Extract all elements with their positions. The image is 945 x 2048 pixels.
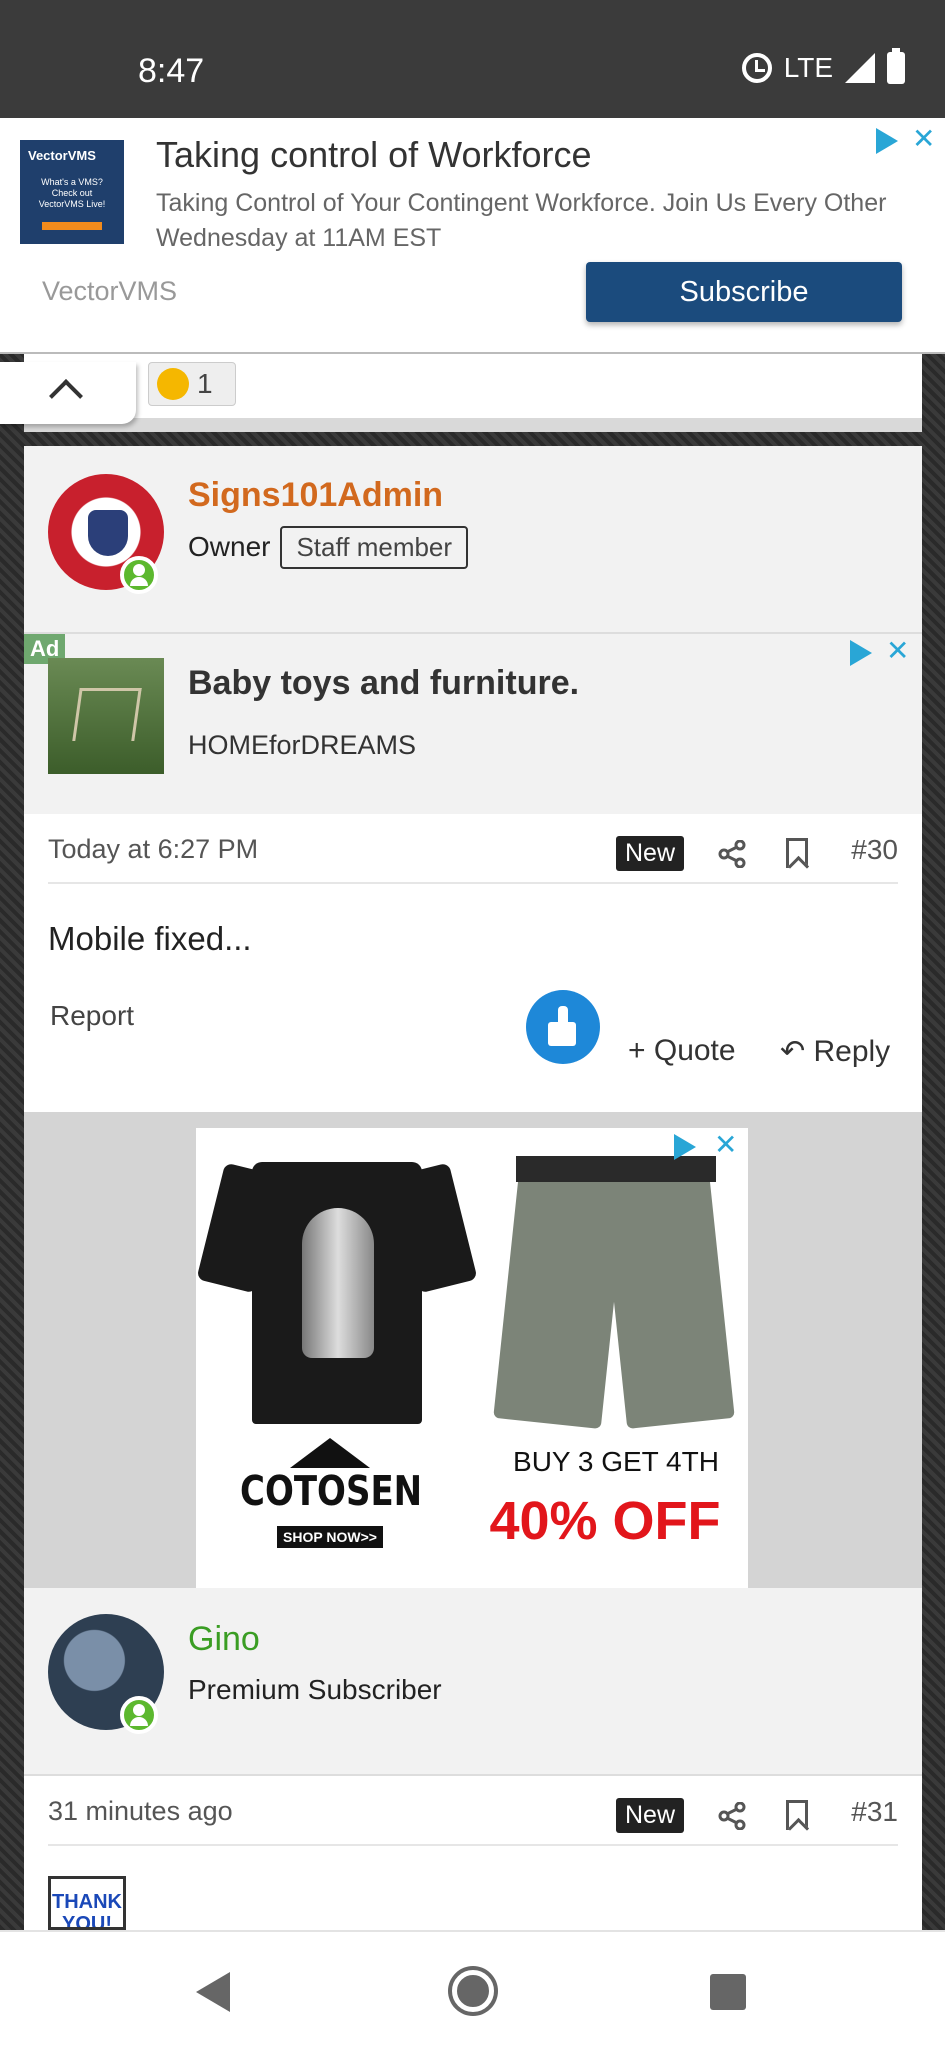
adchoices-icon[interactable] <box>850 640 872 666</box>
ad-title[interactable]: Baby toys and furniture. <box>188 664 579 703</box>
adchoices-icon[interactable] <box>876 128 898 154</box>
post-30: Today at 6:27 PM New #30 Mobile fixed...… <box>24 814 922 1112</box>
inline-ad[interactable]: Ad Baby toys and furniture. HOMEforDREAM… <box>24 634 922 814</box>
bookmark-icon[interactable] <box>786 838 808 868</box>
online-status-icon <box>120 556 158 594</box>
user-title: Owner Staff member <box>188 526 469 569</box>
bookmark-icon[interactable] <box>786 1800 808 1830</box>
signal-icon <box>845 53 875 83</box>
online-status-icon <box>120 1696 158 1734</box>
shorts-image[interactable] <box>493 1134 736 1434</box>
new-badge: New <box>615 836 684 871</box>
share-icon[interactable] <box>718 840 746 868</box>
shop-now-button[interactable]: SHOP NOW>> <box>277 1526 383 1548</box>
clock: 8:47 <box>138 52 205 90</box>
system-nav-bar <box>0 1930 945 2048</box>
post-meta: Today at 6:27 PM New #30 <box>48 814 898 884</box>
shopping-ad[interactable]: COTOSEN SHOP NOW>> BUY 3 GET 4TH 40% OFF… <box>196 1128 748 1588</box>
ad-description: Taking Control of Your Contingent Workfo… <box>156 189 887 252</box>
home-icon[interactable] <box>452 1970 494 2012</box>
post-number[interactable]: #30 <box>851 834 898 866</box>
post-number[interactable]: #31 <box>851 1796 898 1828</box>
alarm-icon <box>741 53 772 83</box>
reply-icon: ↶ <box>780 1035 806 1068</box>
post-author-block: Signs101Admin Owner Staff member <box>24 446 922 634</box>
thank-you-image: THANK YOU! <box>48 1876 126 1930</box>
reaction-summary[interactable]: 1 <box>148 362 236 406</box>
ad-title[interactable]: Taking control of Workforce <box>156 134 592 176</box>
staff-badge: Staff member <box>280 526 469 569</box>
adchoices-icon[interactable] <box>674 1134 696 1160</box>
subscribe-button[interactable]: Subscribe <box>586 262 902 322</box>
ad-image[interactable] <box>48 658 164 774</box>
close-ad-icon[interactable]: ✕ <box>714 1128 737 1161</box>
quote-button[interactable]: + Quote <box>628 1034 736 1068</box>
network-type: LTE <box>783 52 833 83</box>
reaction-count: 1 <box>197 368 213 399</box>
recents-icon[interactable] <box>710 1974 746 2010</box>
reply-button[interactable]: ↶ Reply <box>780 1034 890 1069</box>
report-link[interactable]: Report <box>50 1000 134 1032</box>
status-bar: 8:47 LTE <box>0 0 945 118</box>
brand-logo: COTOSEN SHOP NOW>> <box>240 1438 422 1548</box>
mountain-icon <box>290 1438 370 1468</box>
post-date[interactable]: Today at 6:27 PM <box>48 834 258 865</box>
status-icons: LTE <box>741 48 905 84</box>
advertiser-logo: VectorVMS What's a VMS? Check out Vector… <box>20 140 124 244</box>
ad-advertiser: HOMEforDREAMS <box>188 730 417 760</box>
post-date[interactable]: 31 minutes ago <box>48 1796 233 1827</box>
post-31: 31 minutes ago New #31 <box>24 1776 922 1930</box>
tshirt-image[interactable] <box>196 1134 478 1434</box>
chevron-up-icon <box>49 379 83 413</box>
battery-icon <box>887 48 905 84</box>
laughing-emoji-icon <box>157 368 189 400</box>
reply-label: Reply <box>813 1035 891 1068</box>
username[interactable]: Signs101Admin <box>188 476 443 515</box>
post-author-block: Gino Premium Subscriber <box>24 1588 922 1776</box>
share-icon[interactable] <box>718 1802 746 1830</box>
username[interactable]: Gino <box>188 1620 260 1659</box>
post-meta: 31 minutes ago New #31 <box>48 1776 898 1846</box>
post-body: Mobile fixed... <box>48 920 252 957</box>
back-icon[interactable] <box>196 1972 230 2012</box>
like-button[interactable] <box>526 990 600 1064</box>
user-title: Premium Subscriber <box>188 1674 442 1705</box>
promo-text: BUY 3 GET 4TH <box>513 1446 719 1477</box>
close-ad-icon[interactable]: ✕ <box>886 634 909 667</box>
user-role: Owner <box>188 531 271 562</box>
top-banner-ad[interactable]: VectorVMS What's a VMS? Check out Vector… <box>0 118 945 354</box>
ad-advertiser: VectorVMS <box>42 276 178 306</box>
promo-discount: 40% OFF <box>489 1491 721 1551</box>
close-ad-icon[interactable]: ✕ <box>912 122 935 155</box>
new-badge: New <box>615 1798 684 1833</box>
collapse-button[interactable] <box>0 362 136 424</box>
